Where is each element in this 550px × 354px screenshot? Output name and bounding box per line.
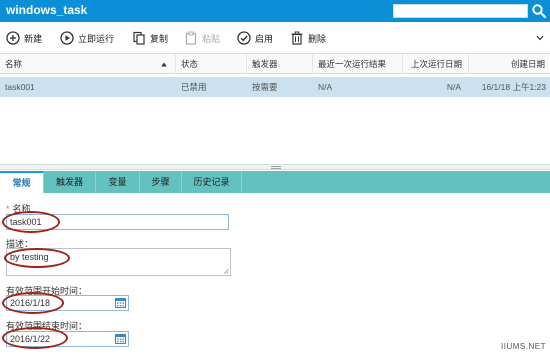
enable-label: 启用 <box>255 33 274 44</box>
annotation-ellipse <box>2 292 64 314</box>
resize-grip-icon[interactable] <box>223 268 229 274</box>
column-header-status[interactable]: 状态 <box>176 54 247 74</box>
column-header-last-result[interactable]: 最近一次运行结果 <box>313 54 403 74</box>
required-mark: * <box>6 204 10 214</box>
detail-tabs: 常规 触发器 变量 步骤 历史记录 <box>0 171 550 193</box>
trash-icon <box>291 31 303 45</box>
tab-variables[interactable]: 变量 <box>96 171 140 193</box>
title-bar: windows_task <box>0 0 550 22</box>
plus-circle-icon <box>6 31 20 45</box>
toolbar: 新建 立即运行 复制 粘贴 启用 删除 <box>0 22 550 54</box>
grid-header: 名称 状态 触发器 最近一次运行结果 上次运行日期 创建日期 <box>0 54 550 74</box>
tab-history[interactable]: 历史记录 <box>182 171 242 193</box>
tab-general[interactable]: 常规 <box>0 171 44 193</box>
column-header-name[interactable]: 名称 <box>0 54 176 74</box>
sort-asc-icon[interactable] <box>161 62 167 67</box>
watermark: IIUMS.NET <box>501 342 546 351</box>
table-row[interactable]: task001 已禁用 按需要 N/A N/A 16/1/18 上午1:23 <box>0 77 550 97</box>
play-circle-icon <box>60 31 74 45</box>
app-title: windows_task <box>6 3 88 17</box>
copy-button[interactable]: 复制 <box>132 30 168 46</box>
cell-name: task001 <box>5 82 35 92</box>
column-header-last-run[interactable]: 上次运行日期 <box>403 54 469 74</box>
paste-icon <box>185 31 197 45</box>
cell-last-result: N/A <box>318 82 333 92</box>
paste-label: 粘贴 <box>202 33 221 44</box>
cell-last-run: N/A <box>446 82 461 92</box>
cell-status: 已禁用 <box>181 82 207 92</box>
cell-trigger: 按需要 <box>252 82 278 92</box>
chevron-down-icon[interactable] <box>536 35 544 41</box>
column-header-trigger[interactable]: 触发器 <box>247 54 313 74</box>
splitter-grip-icon[interactable] <box>271 166 281 169</box>
delete-label: 删除 <box>308 33 327 44</box>
panel-splitter[interactable] <box>0 164 550 170</box>
calendar-icon[interactable] <box>115 298 126 308</box>
run-now-button[interactable]: 立即运行 <box>60 30 114 46</box>
enable-button[interactable]: 启用 <box>237 30 273 46</box>
column-header-created[interactable]: 创建日期 <box>469 54 550 74</box>
annotation-ellipse <box>2 211 60 233</box>
annotation-ellipse <box>4 248 70 268</box>
delete-button[interactable]: 删除 <box>290 30 326 46</box>
search-input[interactable] <box>393 4 528 18</box>
cell-created: 16/1/18 上午1:23 <box>481 82 546 92</box>
annotation-ellipse <box>2 327 68 349</box>
copy-icon <box>133 31 145 45</box>
calendar-icon[interactable] <box>115 334 126 344</box>
tab-steps[interactable]: 步骤 <box>140 171 182 193</box>
run-now-label: 立即运行 <box>78 33 115 44</box>
new-label: 新建 <box>24 33 43 44</box>
paste-button[interactable]: 粘贴 <box>184 30 220 46</box>
copy-label: 复制 <box>150 33 169 44</box>
search-icon[interactable] <box>531 3 547 19</box>
new-button[interactable]: 新建 <box>6 30 42 46</box>
tab-triggers[interactable]: 触发器 <box>44 171 96 193</box>
check-circle-icon <box>237 31 251 45</box>
